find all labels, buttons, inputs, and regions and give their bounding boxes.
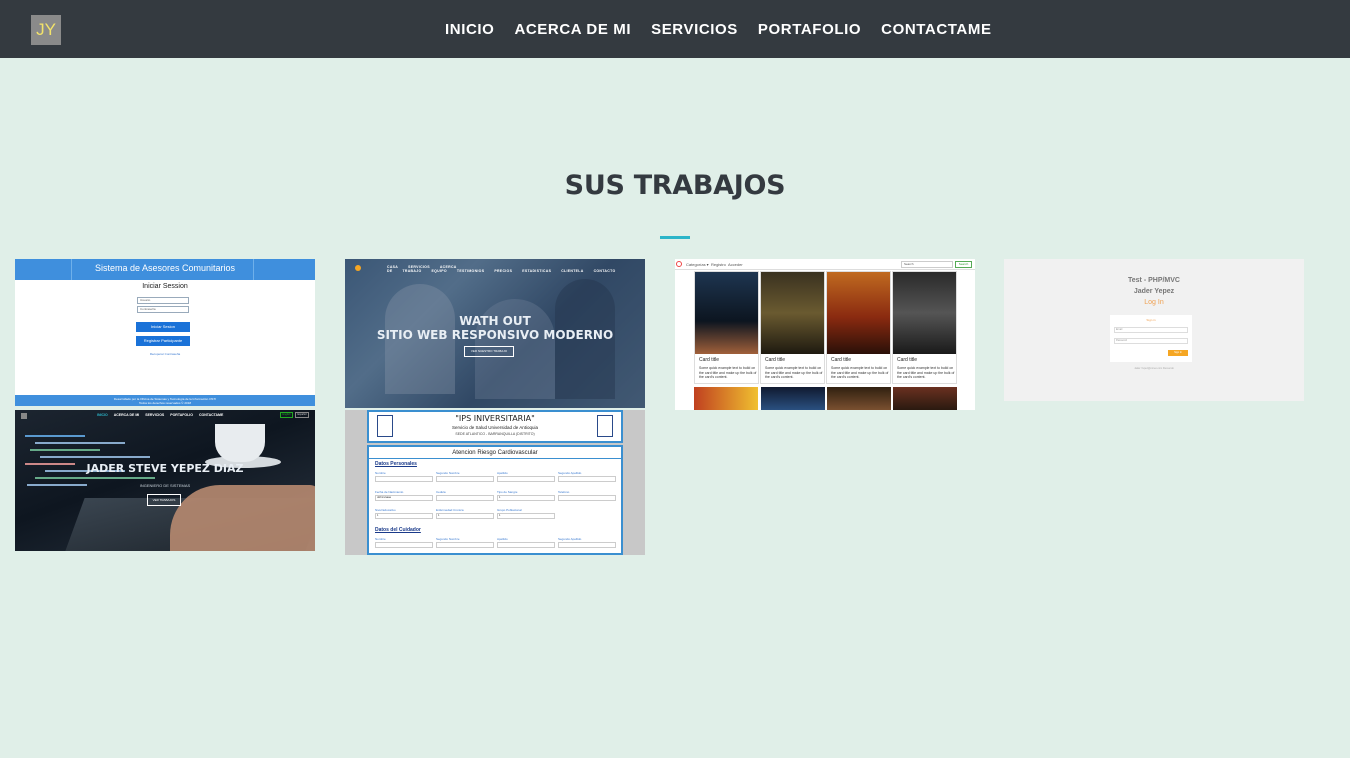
thumb-pass-input: Contraseña [137,306,189,313]
thumb-banner-title: Sistema de Asesores Comunitarios [94,263,236,273]
nav-item-servicios[interactable]: SERVICIOS [641,21,748,38]
portfolio-item-asesores[interactable]: Sistema de Asesores Comunitarios Iniciar… [15,259,315,406]
movie-poster [893,387,957,410]
brand-icon [676,261,682,267]
portfolio-item-personal-site[interactable]: INICIO ACERCA DE MI SERVICIOS PORTAFOLIO CON… [15,410,315,551]
thumb-banner: Sistema de Asesores Comunitarios [15,259,315,280]
movie-card: Card title Some quick example text to bu… [694,271,759,384]
thumb-nav: INICIO ACERCA DE MI SERVICIOS PORTAFOLIO CON… [97,413,224,417]
thumb-subtitle: INGENIERO DE SISTEMAS [139,483,191,488]
thumb-logo-icon [21,413,27,419]
thumb-headline-sub: SITIO WEB RESPONSIVO MODERNO [376,328,614,342]
movie-poster [761,272,824,354]
thumb-author: Jader Yepez [1133,288,1175,295]
movie-poster [761,387,825,410]
movie-card: Card title Some quick example text to bu… [892,271,957,384]
form-header: "IPS INIVERSITARIA" Servicio de Salud Un… [367,410,623,443]
nav-menu: INICIO ACERCA DE MI SERVICIOS PORTAFOLIO… [435,0,1002,58]
thumb-login-button: Iniciar Sesion [136,322,190,332]
brand-logo[interactable]: JY [31,15,61,45]
portfolio-item-movies[interactable]: Categorías ▾ Registro Acceder Search Sea… [675,259,975,410]
thumb-cta-button: VER NUESTRO TRABAJO [464,346,514,357]
section-title: SUS TRABAJOS [564,170,786,201]
nav-item-contactame[interactable]: CONTACTAME [871,21,1001,38]
thumb-login-form: Sign in Email Password Sign In [1110,315,1192,362]
thumb-headline: JADER STEVE YEPEZ DIAZ [86,462,244,475]
form-body: Atencion Riesgo Cardiovascular Datos Per… [367,445,623,555]
thumb-footer: Desarrollado por la Oficina de Sistemas … [15,395,315,406]
movie-card: Card title Some quick example text to bu… [826,271,891,384]
movie-poster [827,272,890,354]
thumb-search-button: Search [955,261,972,268]
nav-item-portafolio[interactable]: PORTAFOLIO [748,21,871,38]
thumb-logo-icon [355,265,361,271]
thumb-headline: WATH OUT [459,314,531,328]
movie-poster [694,387,758,410]
nav-item-acerca[interactable]: ACERCA DE MI [504,21,641,38]
movie-poster [893,272,956,354]
coffee-cup [215,424,265,462]
movie-poster [827,387,891,410]
thumb-recover-link: Recuperar Contraseña [149,352,181,356]
thumb-register-button: Registrar Participante [136,336,190,346]
thumb-topbar: Categorías ▾ Registro Acceder Search Sea… [675,259,975,270]
portfolio-item-php-mvc[interactable]: Test - PHP/MVC Jader Yepez Log In Sign i… [1004,259,1304,401]
thumb-user-input: Usuario [137,297,189,304]
thumb-nav: CASA SERVICIOS ACERCA DE TRABAJO EQUIPO TESTI… [387,265,616,273]
thumb-login-label: Log In [1144,299,1164,306]
thumb-title: Test - PHP/MVC [1128,277,1180,284]
thumb-search-input: Search [901,261,953,268]
thumb-login-heading: Iniciar Session [142,283,188,290]
movie-poster [695,272,758,354]
hand [170,485,315,551]
portfolio-item-ips-form[interactable]: "IPS INIVERSITARIA" Servicio de Salud Un… [345,410,645,555]
navbar: JY INICIO ACERCA DE MI SERVICIOS PORTAFO… [0,0,1350,58]
thumb-cta-button: VER TRABAJOS [147,494,181,506]
title-underline [660,236,690,239]
movie-card: Card title Some quick example text to bu… [760,271,825,384]
portfolio-item-wathout[interactable]: CASA SERVICIOS ACERCA DE TRABAJO EQUIPO TESTI… [345,259,645,408]
nav-item-inicio[interactable]: INICIO [435,21,504,38]
